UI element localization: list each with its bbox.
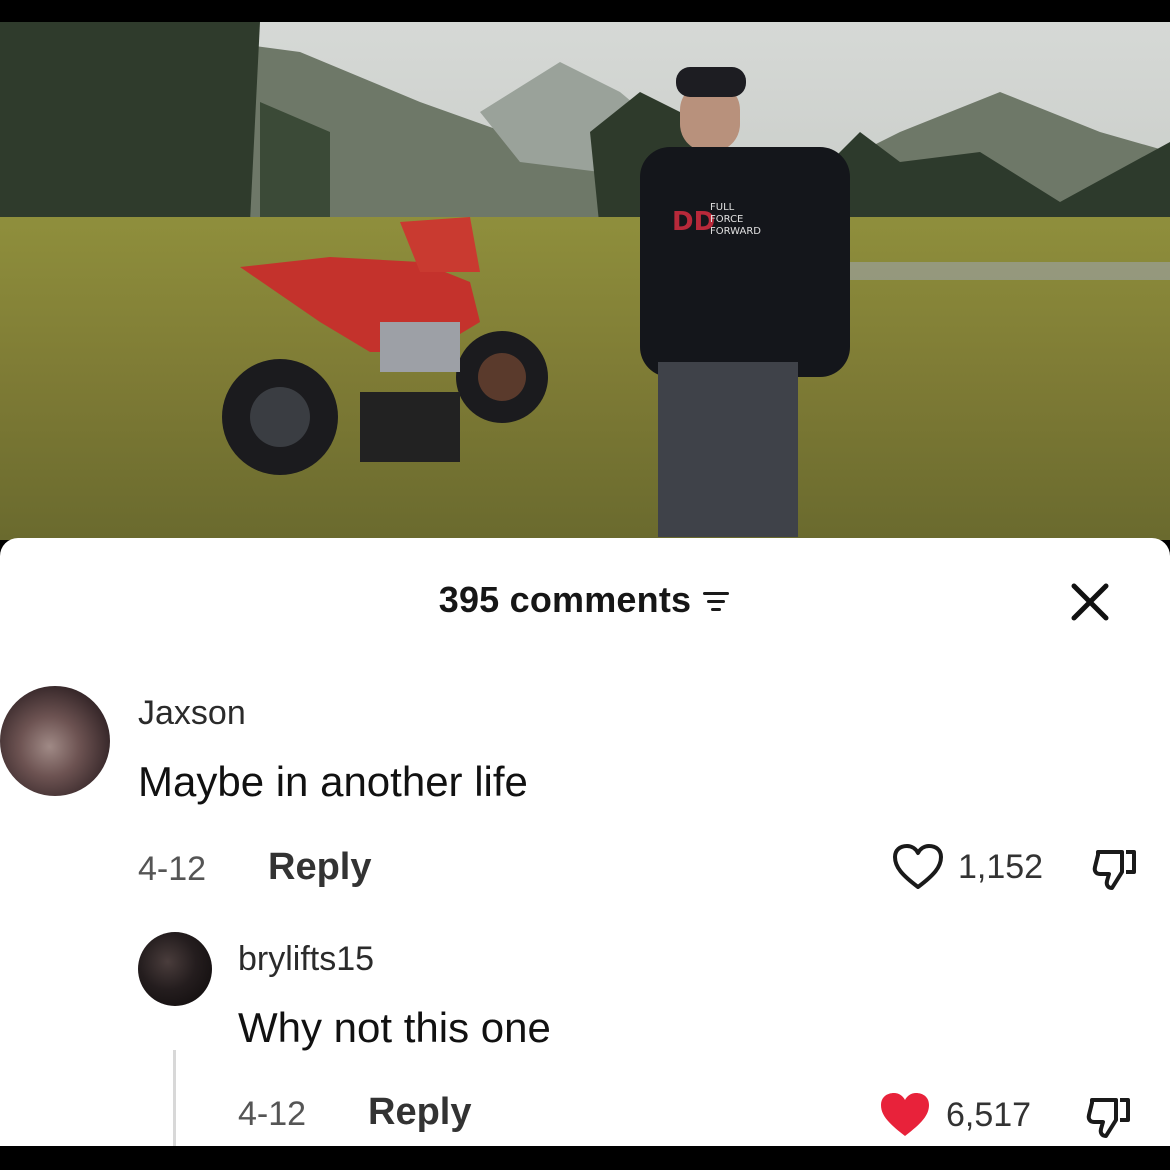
heart-icon xyxy=(881,1093,929,1136)
dislike-icon[interactable] xyxy=(1090,846,1140,892)
like-count: 1,152 xyxy=(958,847,1044,886)
svg-text:FORWARD: FORWARD xyxy=(710,226,761,237)
svg-text:FORCE: FORCE xyxy=(710,214,743,225)
like-button[interactable]: 6,517 xyxy=(878,1090,1031,1140)
heart-icon xyxy=(893,844,943,889)
dislike-icon[interactable] xyxy=(1084,1094,1134,1140)
video-scene-image: DD FULL FORCE FORWARD xyxy=(0,22,1170,540)
comment-text: Maybe in another life xyxy=(138,758,528,805)
svg-text:DD: DD xyxy=(672,207,715,237)
reply-button[interactable]: Reply xyxy=(268,846,371,889)
reply-button[interactable]: Reply xyxy=(368,1091,471,1134)
video-frame[interactable]: DD FULL FORCE FORWARD xyxy=(0,22,1170,540)
avatar[interactable] xyxy=(138,932,212,1006)
avatar[interactable] xyxy=(0,686,110,796)
bottom-bar xyxy=(0,1146,1170,1170)
comment-date: 4-12 xyxy=(138,850,207,888)
comment-username[interactable]: brylifts15 xyxy=(238,940,374,979)
comments-panel: 395 comments Jaxson Maybe in another lif… xyxy=(0,538,1170,1146)
like-button[interactable]: 1,152 xyxy=(892,843,1043,891)
like-count: 6,517 xyxy=(946,1095,1032,1134)
thread-line xyxy=(173,1050,176,1146)
filter-icon[interactable] xyxy=(701,588,731,616)
comment-text: Why not this one xyxy=(238,1004,551,1051)
comments-header: 395 comments xyxy=(0,578,1170,622)
close-icon[interactable] xyxy=(1068,580,1112,624)
comments-count: 395 comments xyxy=(438,579,692,620)
comment-username[interactable]: Jaxson xyxy=(138,694,246,733)
comment-date: 4-12 xyxy=(238,1095,307,1133)
svg-text:FULL: FULL xyxy=(710,202,735,213)
